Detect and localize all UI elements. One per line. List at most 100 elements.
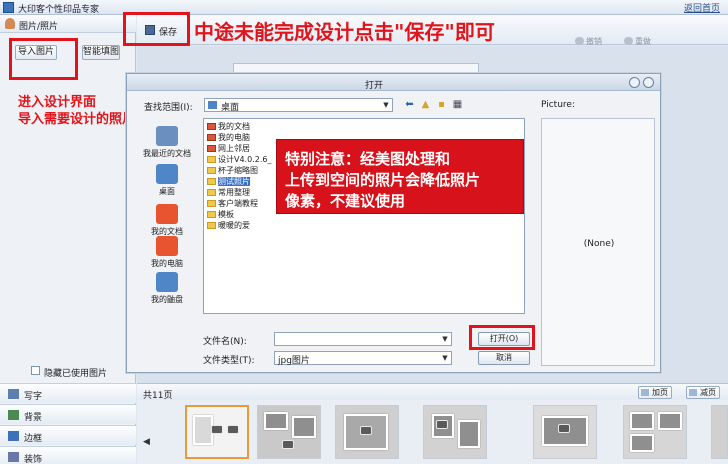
left-panel: 图片/照片 导入图片 智能填图 隐藏已使用图片 写字 背景 边框 装饰 — [0, 15, 136, 464]
my-computer-icon — [156, 236, 178, 256]
file-name: 设计V4.0.2.6_ — [218, 155, 272, 164]
place-network-label: 我的鼬盘 — [151, 295, 183, 304]
add-page-label: 加页 — [652, 388, 668, 397]
tab-background[interactable]: 背景 — [0, 404, 136, 424]
save-tip: 中途未能完成设计点击"保存"即可 — [194, 20, 495, 44]
thumb-photo — [630, 412, 654, 430]
file-name: 我的文档 — [218, 122, 250, 131]
place-desktop-label: 桌面 — [159, 187, 175, 196]
help-button[interactable] — [629, 77, 640, 88]
tab-text[interactable]: 写字 — [0, 383, 136, 403]
dialog-title: 打开 — [365, 81, 384, 91]
folder-icon — [207, 167, 216, 174]
page-thumbnail[interactable] — [423, 405, 487, 459]
system-folder-icon — [207, 123, 216, 130]
smart-fill-button[interactable]: 智能填图 — [82, 45, 120, 60]
new-folder-icon[interactable]: ▪ — [435, 99, 448, 111]
thumb-photo — [630, 434, 654, 452]
remove-page-label: 减页 — [700, 388, 716, 397]
page-thumbnail[interactable] — [623, 405, 687, 459]
place-network[interactable]: 我的鼬盘 — [134, 272, 200, 305]
thumb-photo — [264, 412, 288, 430]
hide-used-label: 隐藏已使用图片 — [44, 369, 108, 379]
filetype-select[interactable]: jpg图片 ▼ — [274, 351, 452, 366]
thumb-photo — [458, 420, 480, 448]
preview-none-text: (None) — [583, 239, 615, 249]
file-name: 暖暖的爱 — [218, 221, 250, 230]
undo-label: 撤销 — [586, 37, 602, 46]
images-panel-title: 图片/照片 — [19, 22, 59, 32]
page-thumbnail[interactable] — [711, 405, 728, 459]
redo-icon — [624, 37, 633, 45]
picture-preview: (None) — [541, 118, 655, 366]
title-bar: 大印客个性印品专家 返回首页 — [0, 0, 728, 15]
frame-icon — [8, 431, 19, 441]
page-thumbnail[interactable] — [533, 405, 597, 459]
file-item[interactable]: 我的文档 — [207, 122, 250, 132]
camera-icon — [282, 440, 294, 449]
thumb-photo — [292, 416, 316, 438]
open-file-dialog: 打开 查找范围(I): 桌面 ▼ ⬅ ▲ ▪ ▦ Picture: 我最近的文档… — [126, 73, 661, 373]
tab-decoration[interactable]: 装饰 — [0, 446, 136, 464]
decoration-icon — [8, 452, 19, 462]
app-title: 大印客个性印品专家 — [18, 5, 100, 15]
images-panel-header: 图片/照片 — [0, 15, 136, 33]
look-in-dropdown[interactable]: 桌面 ▼ — [204, 98, 393, 113]
text-icon — [8, 389, 19, 399]
camera-icon — [436, 420, 448, 429]
file-name: 网上邻居 — [218, 144, 250, 153]
cancel-button[interactable]: 取消 — [478, 351, 530, 365]
recent-icon — [156, 126, 178, 146]
file-name: 杯子缩略图 — [218, 166, 258, 175]
view-menu-icon[interactable]: ▦ — [451, 99, 464, 111]
place-my-documents[interactable]: 我的文档 — [134, 204, 200, 237]
open-highlight-box — [469, 325, 535, 350]
save-highlight-box — [123, 12, 190, 46]
file-item[interactable]: 暖暖的爱 — [207, 221, 250, 231]
chevron-down-icon: ▼ — [383, 101, 389, 109]
file-name: 我的电脑 — [218, 133, 250, 142]
file-item[interactable]: 杯子缩略图 — [207, 166, 258, 176]
hide-used-checkbox[interactable] — [31, 366, 40, 375]
background-icon — [8, 410, 19, 420]
warning-line-1: 特别注意：经美图处理和 — [285, 150, 451, 168]
folder-icon — [207, 222, 216, 229]
import-tip-line-2: 导入需要设计的照片 — [18, 112, 136, 127]
folder-icon — [207, 189, 216, 196]
folder-icon — [207, 178, 216, 185]
file-item-selected[interactable]: 测试照片 — [207, 177, 250, 187]
camera-icon — [227, 425, 239, 434]
tab-background-label: 背景 — [24, 413, 43, 423]
thumb-photo — [658, 412, 682, 430]
file-item[interactable]: 客户端教程 — [207, 199, 258, 209]
file-item[interactable]: 我的电脑 — [207, 133, 250, 143]
look-in-value: 桌面 — [221, 103, 240, 113]
place-my-computer[interactable]: 我的电脑 — [134, 236, 200, 269]
warning-callout: 特别注意：经美图处理和 上传到空间的照片会降低照片 像素，不建议使用 — [276, 139, 524, 214]
page-thumbnail[interactable] — [185, 405, 249, 459]
file-item[interactable]: 常用整理 — [207, 188, 250, 198]
file-item[interactable]: 网上邻居 — [207, 144, 250, 154]
page-thumbnail[interactable] — [335, 405, 399, 459]
add-page-button[interactable]: 加页 — [638, 386, 672, 399]
system-folder-icon — [207, 145, 216, 152]
picture-preview-label: Picture: — [541, 100, 575, 110]
place-desktop[interactable]: 桌面 — [134, 164, 200, 197]
scroll-left-icon[interactable]: ◀ — [143, 437, 150, 447]
remove-page-button[interactable]: 减页 — [686, 386, 720, 399]
back-icon[interactable]: ⬅ — [403, 99, 416, 111]
place-recent[interactable]: 我最近的文档 — [134, 126, 200, 159]
up-folder-icon[interactable]: ▲ — [419, 99, 432, 111]
close-dialog-button[interactable] — [643, 77, 654, 88]
tab-frame[interactable]: 边框 — [0, 425, 136, 445]
page-thumbnail[interactable] — [257, 405, 321, 459]
network-icon — [156, 272, 178, 292]
filename-input[interactable]: ▼ — [274, 332, 452, 346]
file-item[interactable]: 设计V4.0.2.6_ — [207, 155, 271, 165]
desktop-icon — [208, 101, 217, 109]
remove-page-icon — [689, 389, 697, 396]
file-name: 常用整理 — [218, 188, 250, 197]
back-home-link[interactable]: 返回首页 — [684, 1, 720, 14]
filetype-label: 文件类型(T): — [203, 356, 255, 366]
file-item[interactable]: 模板 — [207, 210, 234, 220]
